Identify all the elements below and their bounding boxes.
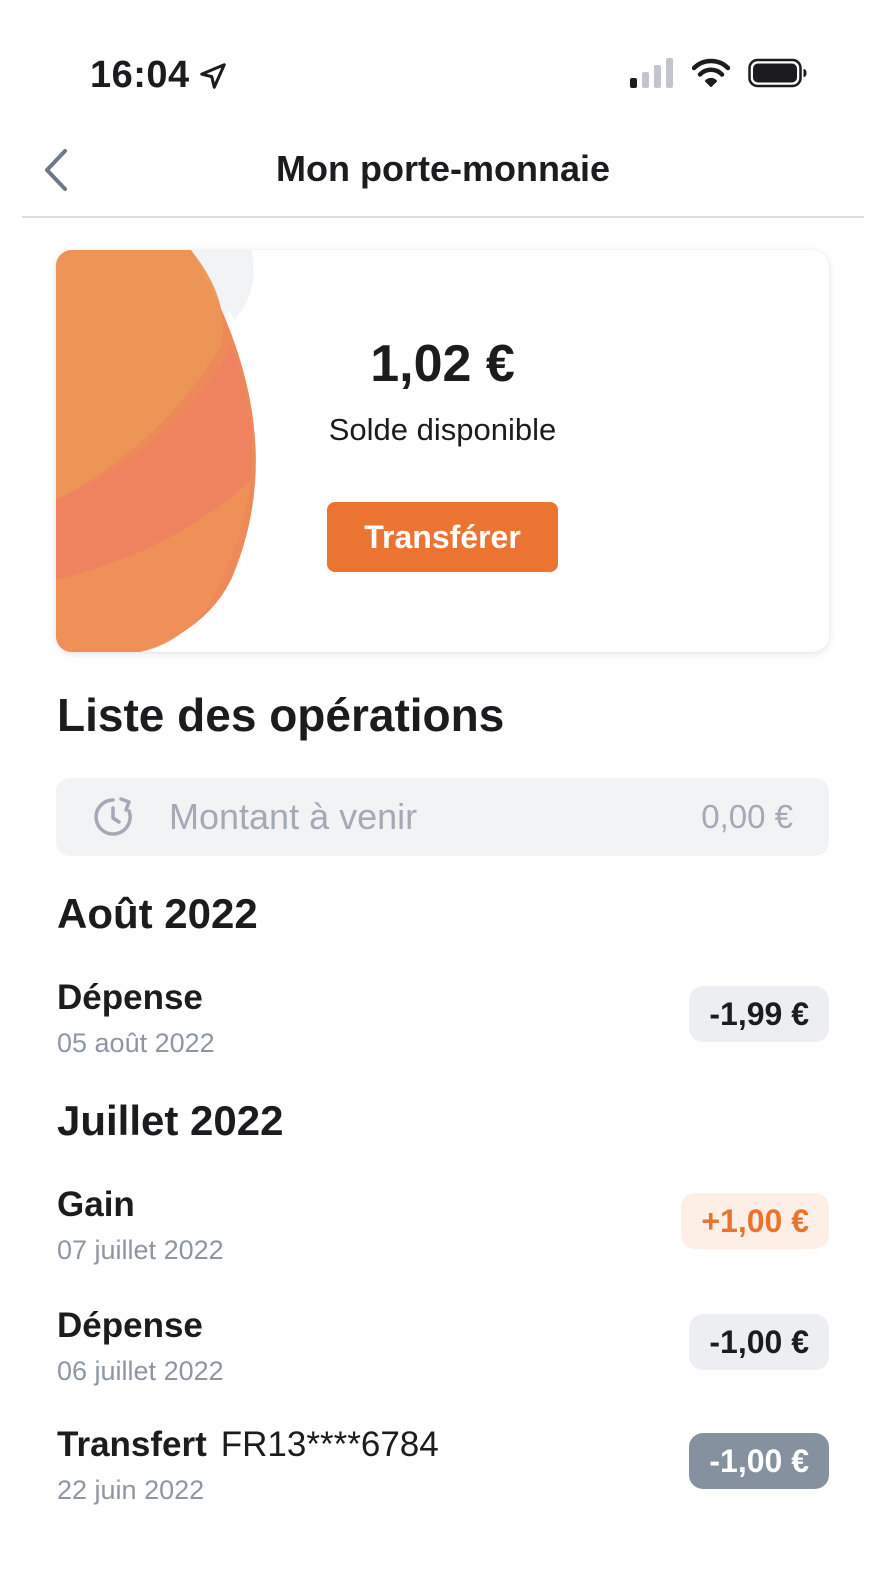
cellular-signal-icon bbox=[630, 58, 673, 88]
operation-title: Transfert FR13****6784 bbox=[57, 1425, 439, 1465]
wifi-icon bbox=[692, 58, 730, 87]
page-title: Mon porte-monnaie bbox=[276, 148, 610, 189]
operations-title: Liste des opérations bbox=[57, 689, 505, 741]
status-indicators bbox=[630, 58, 808, 88]
month-heading-july-2022: Juillet 2022 bbox=[57, 1097, 284, 1144]
operation-row[interactable]: Transfert FR13****6784 22 juin 2022 -1,00… bbox=[57, 1425, 829, 1511]
transfer-button[interactable]: Transférer bbox=[327, 502, 558, 572]
navigation-bar: Mon porte-monnaie bbox=[22, 130, 864, 218]
operation-title: Gain bbox=[57, 1185, 135, 1225]
operation-amount-badge: -1,00 € bbox=[689, 1433, 829, 1489]
month-heading-august-2022: Août 2022 bbox=[57, 890, 258, 937]
operation-iban: FR13****6784 bbox=[220, 1425, 439, 1464]
operation-date: 07 juillet 2022 bbox=[57, 1235, 224, 1265]
operation-type: Transfert bbox=[57, 1425, 207, 1464]
upcoming-amount: 0,00 € bbox=[701, 798, 793, 835]
balance-label: Solde disponible bbox=[328, 412, 557, 447]
status-time-group: 16:04 bbox=[90, 54, 228, 97]
operation-type: Dépense bbox=[57, 1306, 203, 1345]
clock-icon bbox=[94, 797, 132, 836]
status-time: 16:04 bbox=[90, 54, 190, 96]
operation-amount-badge: +1,00 € bbox=[681, 1193, 829, 1249]
upcoming-label: Montant à venir bbox=[169, 796, 418, 837]
operation-title: Dépense bbox=[57, 978, 203, 1018]
operation-row[interactable]: Gain 07 juillet 2022 +1,00 € bbox=[57, 1185, 829, 1271]
operation-type: Dépense bbox=[57, 978, 203, 1017]
operation-date: 06 juillet 2022 bbox=[57, 1356, 224, 1386]
status-bar: 16:04 bbox=[0, 0, 886, 150]
operation-date: 05 août 2022 bbox=[57, 1028, 215, 1058]
location-arrow-icon bbox=[199, 62, 226, 89]
operation-amount-badge: -1,99 € bbox=[689, 986, 829, 1042]
operation-row[interactable]: Dépense 06 juillet 2022 -1,00 € bbox=[57, 1306, 829, 1392]
operation-row[interactable]: Dépense 05 août 2022 -1,99 € bbox=[57, 978, 829, 1064]
operation-amount-badge: -1,00 € bbox=[689, 1314, 829, 1370]
operation-title: Dépense bbox=[57, 1306, 203, 1346]
wallet-balance-card: 1,02 € Solde disponible Transférer bbox=[56, 250, 829, 652]
balance-amount: 1,02 € bbox=[370, 335, 515, 393]
battery-icon bbox=[748, 58, 807, 88]
operation-date: 22 juin 2022 bbox=[57, 1475, 205, 1505]
upcoming-amount-row: Montant à venir 0,00 € bbox=[56, 778, 829, 856]
operation-type: Gain bbox=[57, 1185, 135, 1224]
card-decoration bbox=[56, 250, 256, 652]
